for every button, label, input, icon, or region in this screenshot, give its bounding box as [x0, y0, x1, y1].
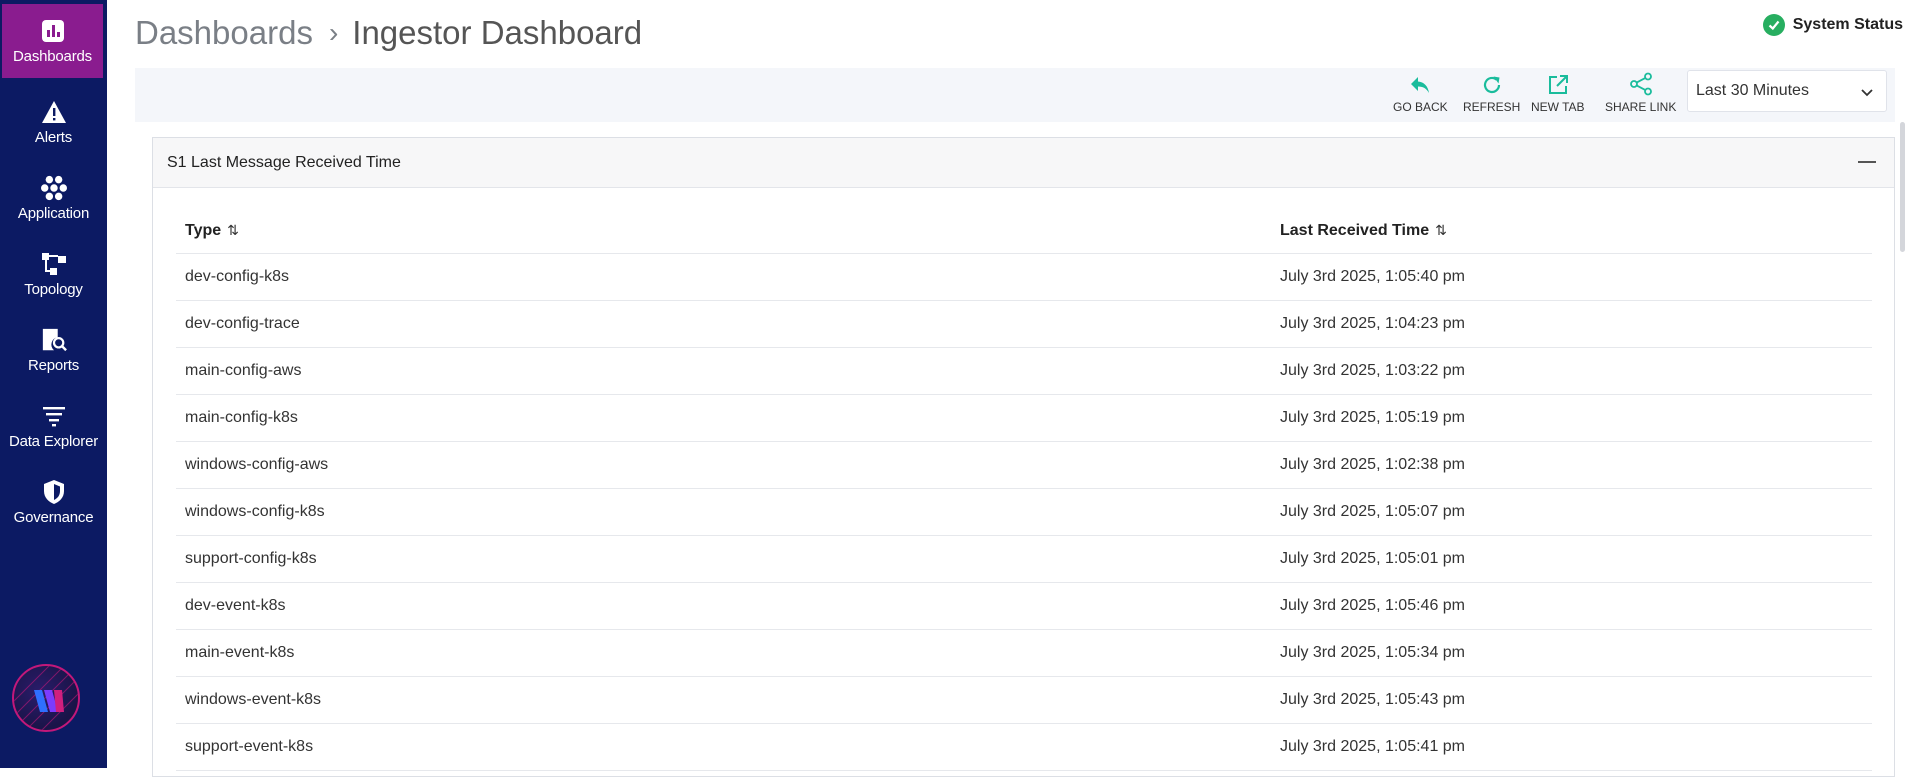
table-row: main-config-k8s July 3rd 2025, 1:05:19 pm [176, 395, 1872, 442]
time-cell: July 3rd 2025, 1:04:23 pm [1280, 315, 1466, 332]
time-cell: July 3rd 2025, 1:05:43 pm [1280, 691, 1466, 708]
table-row: main-config-aws July 3rd 2025, 1:03:22 pm [176, 348, 1872, 395]
time-range-value: Last 30 Minutes [1696, 82, 1809, 99]
panel-header: S1 Last Message Received Time [153, 138, 1894, 188]
time-cell: July 3rd 2025, 1:05:46 pm [1280, 597, 1466, 614]
warning-icon [41, 99, 67, 125]
sidebar-item-application[interactable]: Application [0, 160, 107, 236]
type-cell: main-config-aws [185, 362, 302, 379]
breadcrumb-separator: › [328, 17, 339, 48]
sidebar-item-label: Governance [13, 508, 94, 526]
sidebar-item-topology[interactable]: Topology [0, 236, 107, 312]
sidebar-item-label: Topology [24, 280, 83, 298]
brand-logo [12, 664, 80, 732]
column-header-label: Last Received Time [1280, 221, 1430, 239]
panel-title: S1 Last Message Received Time [167, 153, 401, 171]
filter-lines-icon [41, 403, 67, 429]
refresh-button[interactable]: REFRESH [1463, 70, 1520, 114]
refresh-icon [1481, 70, 1503, 96]
type-cell: support-event-k8s [185, 738, 314, 755]
go-back-label: GO BACK [1393, 100, 1448, 114]
new-tab-button[interactable]: NEW TAB [1531, 70, 1585, 114]
column-header-label: Type [185, 221, 222, 239]
column-header-last-received-time[interactable]: Last Received Time ⇅ [1280, 222, 1872, 240]
bar-chart-icon [40, 18, 66, 44]
time-cell: July 3rd 2025, 1:05:07 pm [1280, 503, 1466, 520]
table-row: main-event-k8s July 3rd 2025, 1:05:34 pm [176, 630, 1872, 677]
dashboard-toolbar: GO BACK REFRESH NEW TAB SHARE LINK Last … [135, 68, 1895, 122]
table-row: dev-config-k8s July 3rd 2025, 1:05:40 pm [176, 254, 1872, 301]
table-row: support-event-k8s July 3rd 2025, 1:05:41 … [176, 724, 1872, 771]
check-circle-icon [1762, 14, 1785, 36]
time-cell: July 3rd 2025, 1:05:19 pm [1280, 409, 1466, 426]
table-row: dev-config-trace July 3rd 2025, 1:04:23 p… [176, 301, 1872, 348]
time-cell: July 3rd 2025, 1:05:41 pm [1280, 738, 1466, 755]
shield-icon [41, 479, 67, 505]
sidebar: Dashboards Alerts Application Topology R… [0, 0, 107, 768]
time-cell: July 3rd 2025, 1:03:22 pm [1280, 362, 1466, 379]
time-cell: July 3rd 2025, 1:05:40 pm [1280, 268, 1466, 285]
sidebar-item-label: Data Explorer [8, 432, 99, 450]
table-header: Type ⇅ Last Received Time ⇅ [176, 208, 1872, 254]
sidebar-item-reports[interactable]: Reports [0, 312, 107, 388]
sidebar-item-label: Application [17, 204, 90, 222]
system-status-label: System Status [1792, 16, 1903, 33]
dashboard-panel: S1 Last Message Received Time Type ⇅ Las… [152, 137, 1895, 777]
table-row: windows-event-k8s July 3rd 2025, 1:05:43 … [176, 677, 1872, 724]
breadcrumb-root-link[interactable]: Dashboards [135, 14, 313, 52]
share-link-label: SHARE LINK [1605, 100, 1677, 114]
sidebar-item-governance[interactable]: Governance [0, 464, 107, 540]
go-back-button[interactable]: GO BACK [1393, 70, 1448, 114]
sidebar-item-label: Alerts [34, 128, 73, 146]
external-link-icon [1547, 70, 1569, 96]
sidebar-item-dashboards[interactable]: Dashboards [2, 4, 103, 78]
table-row: windows-config-k8s July 3rd 2025, 1:05:07… [176, 489, 1872, 536]
type-cell: main-event-k8s [185, 644, 295, 661]
type-cell: support-config-k8s [185, 550, 317, 567]
share-icon [1629, 70, 1653, 96]
table-row: dev-event-k8s July 3rd 2025, 1:05:46 pm [176, 583, 1872, 630]
system-status[interactable]: System Status [1762, 14, 1903, 36]
breadcrumb: Dashboards › Ingestor Dashboard [135, 14, 642, 52]
sidebar-item-alerts[interactable]: Alerts [0, 84, 107, 160]
type-cell: windows-event-k8s [185, 691, 322, 708]
chevron-down-icon [1860, 85, 1874, 103]
share-link-button[interactable]: SHARE LINK [1605, 70, 1676, 114]
collapse-icon[interactable] [1858, 161, 1876, 163]
hexagon-cluster-icon [40, 175, 67, 201]
refresh-label: REFRESH [1463, 100, 1521, 114]
page-title: Ingestor Dashboard [352, 14, 643, 51]
time-cell: July 3rd 2025, 1:05:01 pm [1280, 550, 1466, 567]
sort-icon: ⇅ [1435, 222, 1447, 238]
table-row: windows-config-aws July 3rd 2025, 1:02:38… [176, 442, 1872, 489]
time-cell: July 3rd 2025, 1:05:34 pm [1280, 644, 1466, 661]
type-cell: dev-config-trace [185, 315, 300, 332]
table-row: support-config-k8s July 3rd 2025, 1:05:01… [176, 536, 1872, 583]
column-header-type[interactable]: Type ⇅ [176, 222, 1280, 240]
data-table: Type ⇅ Last Received Time ⇅ dev-config-k… [176, 208, 1872, 771]
sidebar-item-label: Dashboards [13, 47, 92, 65]
new-tab-label: NEW TAB [1531, 100, 1585, 114]
report-search-icon [41, 327, 67, 353]
time-cell: July 3rd 2025, 1:02:38 pm [1280, 456, 1466, 473]
type-cell: dev-event-k8s [185, 597, 286, 614]
reply-arrow-icon [1409, 70, 1431, 96]
sidebar-item-data-explorer[interactable]: Data Explorer [0, 388, 107, 464]
type-cell: main-config-k8s [185, 409, 298, 426]
type-cell: dev-config-k8s [185, 268, 290, 285]
sort-icon: ⇅ [227, 222, 239, 238]
sidebar-item-label: Reports [27, 356, 80, 374]
page-scrollbar[interactable] [1900, 122, 1905, 252]
time-range-select[interactable]: Last 30 Minutes [1687, 70, 1887, 112]
type-cell: windows-config-aws [185, 456, 329, 473]
type-cell: windows-config-k8s [185, 503, 325, 520]
topology-icon [41, 251, 67, 277]
